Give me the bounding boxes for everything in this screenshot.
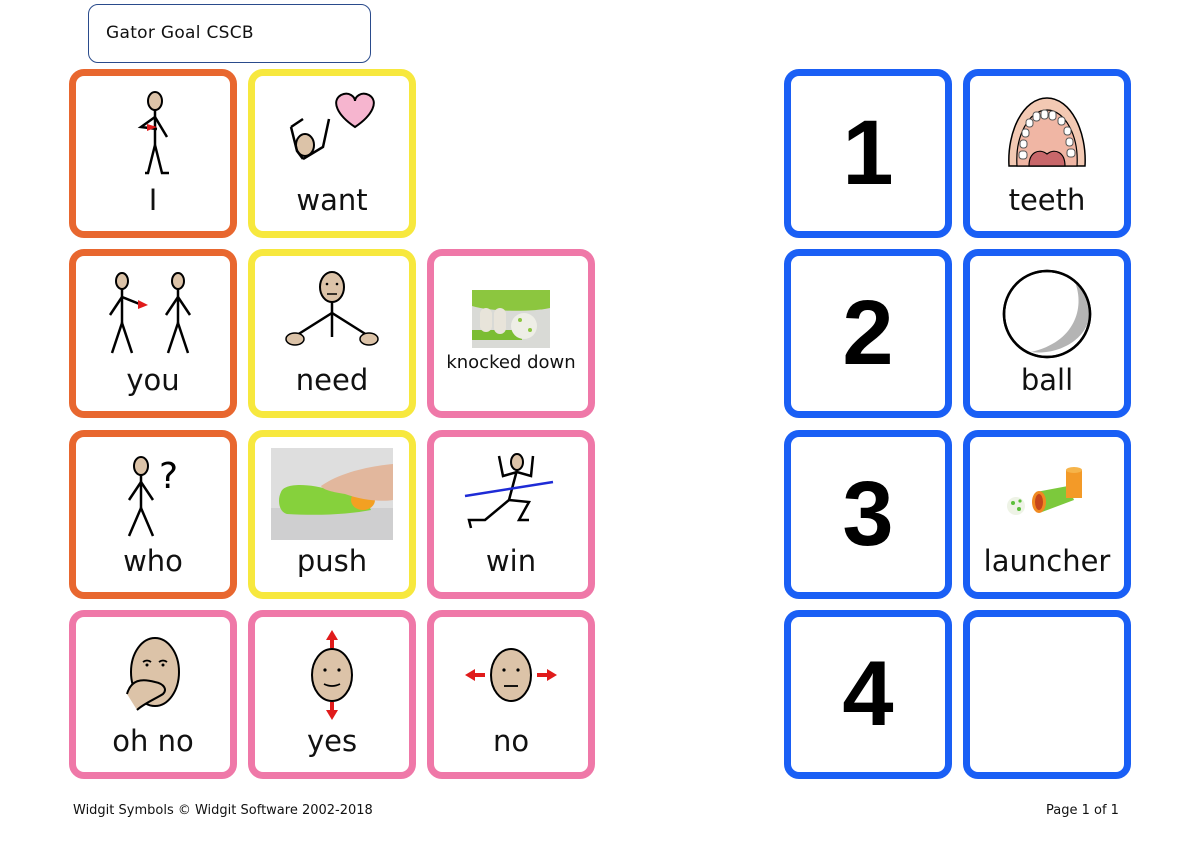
card-label: need	[295, 363, 369, 397]
card-label: who	[123, 544, 183, 578]
number-card-4[interactable]: 4	[784, 610, 952, 779]
symbol-card-win[interactable]: win	[427, 430, 595, 599]
card-label: teeth	[1008, 183, 1086, 217]
person-pointing-other-icon	[76, 264, 230, 364]
card-label: yes	[306, 724, 358, 758]
number-card-3[interactable]: 3	[784, 430, 952, 599]
person-pointing-self-icon	[76, 84, 230, 184]
symbol-card-want[interactable]: want	[248, 69, 416, 238]
copyright-text: Widgit Symbols © Widgit Software 2002-20…	[73, 803, 373, 818]
step-number: 3	[842, 463, 894, 565]
person-question-icon: ?	[76, 445, 230, 545]
symbol-card-need[interactable]: need	[248, 249, 416, 418]
step-number: 4	[842, 643, 894, 745]
card-label: push	[296, 544, 368, 578]
card-label: knocked down	[446, 352, 576, 373]
card-label: you	[126, 363, 180, 397]
card-label: want	[296, 183, 368, 217]
face-nod-icon	[255, 625, 409, 725]
symbol-card-teeth[interactable]: teeth	[963, 69, 1131, 238]
number-card-1[interactable]: 1	[784, 69, 952, 238]
card-label: I	[148, 183, 158, 217]
svg-text:?: ?	[159, 456, 178, 497]
page-indicator: Page 1 of 1	[1046, 803, 1119, 818]
title-box: Gator Goal CSCB	[88, 4, 371, 63]
empty-card[interactable]	[963, 610, 1131, 779]
step-number: 1	[842, 102, 894, 204]
number-card-2[interactable]: 2	[784, 249, 952, 418]
ball-icon	[970, 264, 1124, 364]
card-label: win	[485, 544, 537, 578]
card-label: no	[492, 724, 530, 758]
card-label: ball	[1020, 363, 1074, 397]
symbol-card-ball[interactable]: ball	[963, 249, 1131, 418]
symbol-card-oh-no[interactable]: oh no	[69, 610, 237, 779]
knocked-down-photo	[434, 290, 588, 348]
symbol-card-launcher[interactable]: launcher	[963, 430, 1131, 599]
board-title: Gator Goal CSCB	[106, 23, 254, 43]
launcher-photo	[970, 445, 1124, 545]
push-photo	[255, 447, 409, 541]
person-reaching-heart-icon	[255, 84, 409, 184]
face-shake-icon	[434, 625, 588, 725]
card-label: oh no	[112, 724, 194, 758]
symbol-card-i[interactable]: I	[69, 69, 237, 238]
symbol-card-yes[interactable]: yes	[248, 610, 416, 779]
symbol-card-you[interactable]: you	[69, 249, 237, 418]
face-hand-mouth-icon	[76, 625, 230, 725]
step-number: 2	[842, 282, 894, 384]
teeth-icon	[970, 84, 1124, 184]
person-finish-line-icon	[434, 445, 588, 545]
symbol-card-who[interactable]: ? who	[69, 430, 237, 599]
card-label: launcher	[983, 544, 1111, 578]
symbol-card-no[interactable]: no	[427, 610, 595, 779]
symbol-card-push[interactable]: push	[248, 430, 416, 599]
symbol-card-knocked-down[interactable]: knocked down	[427, 249, 595, 418]
person-open-hands-icon	[255, 264, 409, 364]
